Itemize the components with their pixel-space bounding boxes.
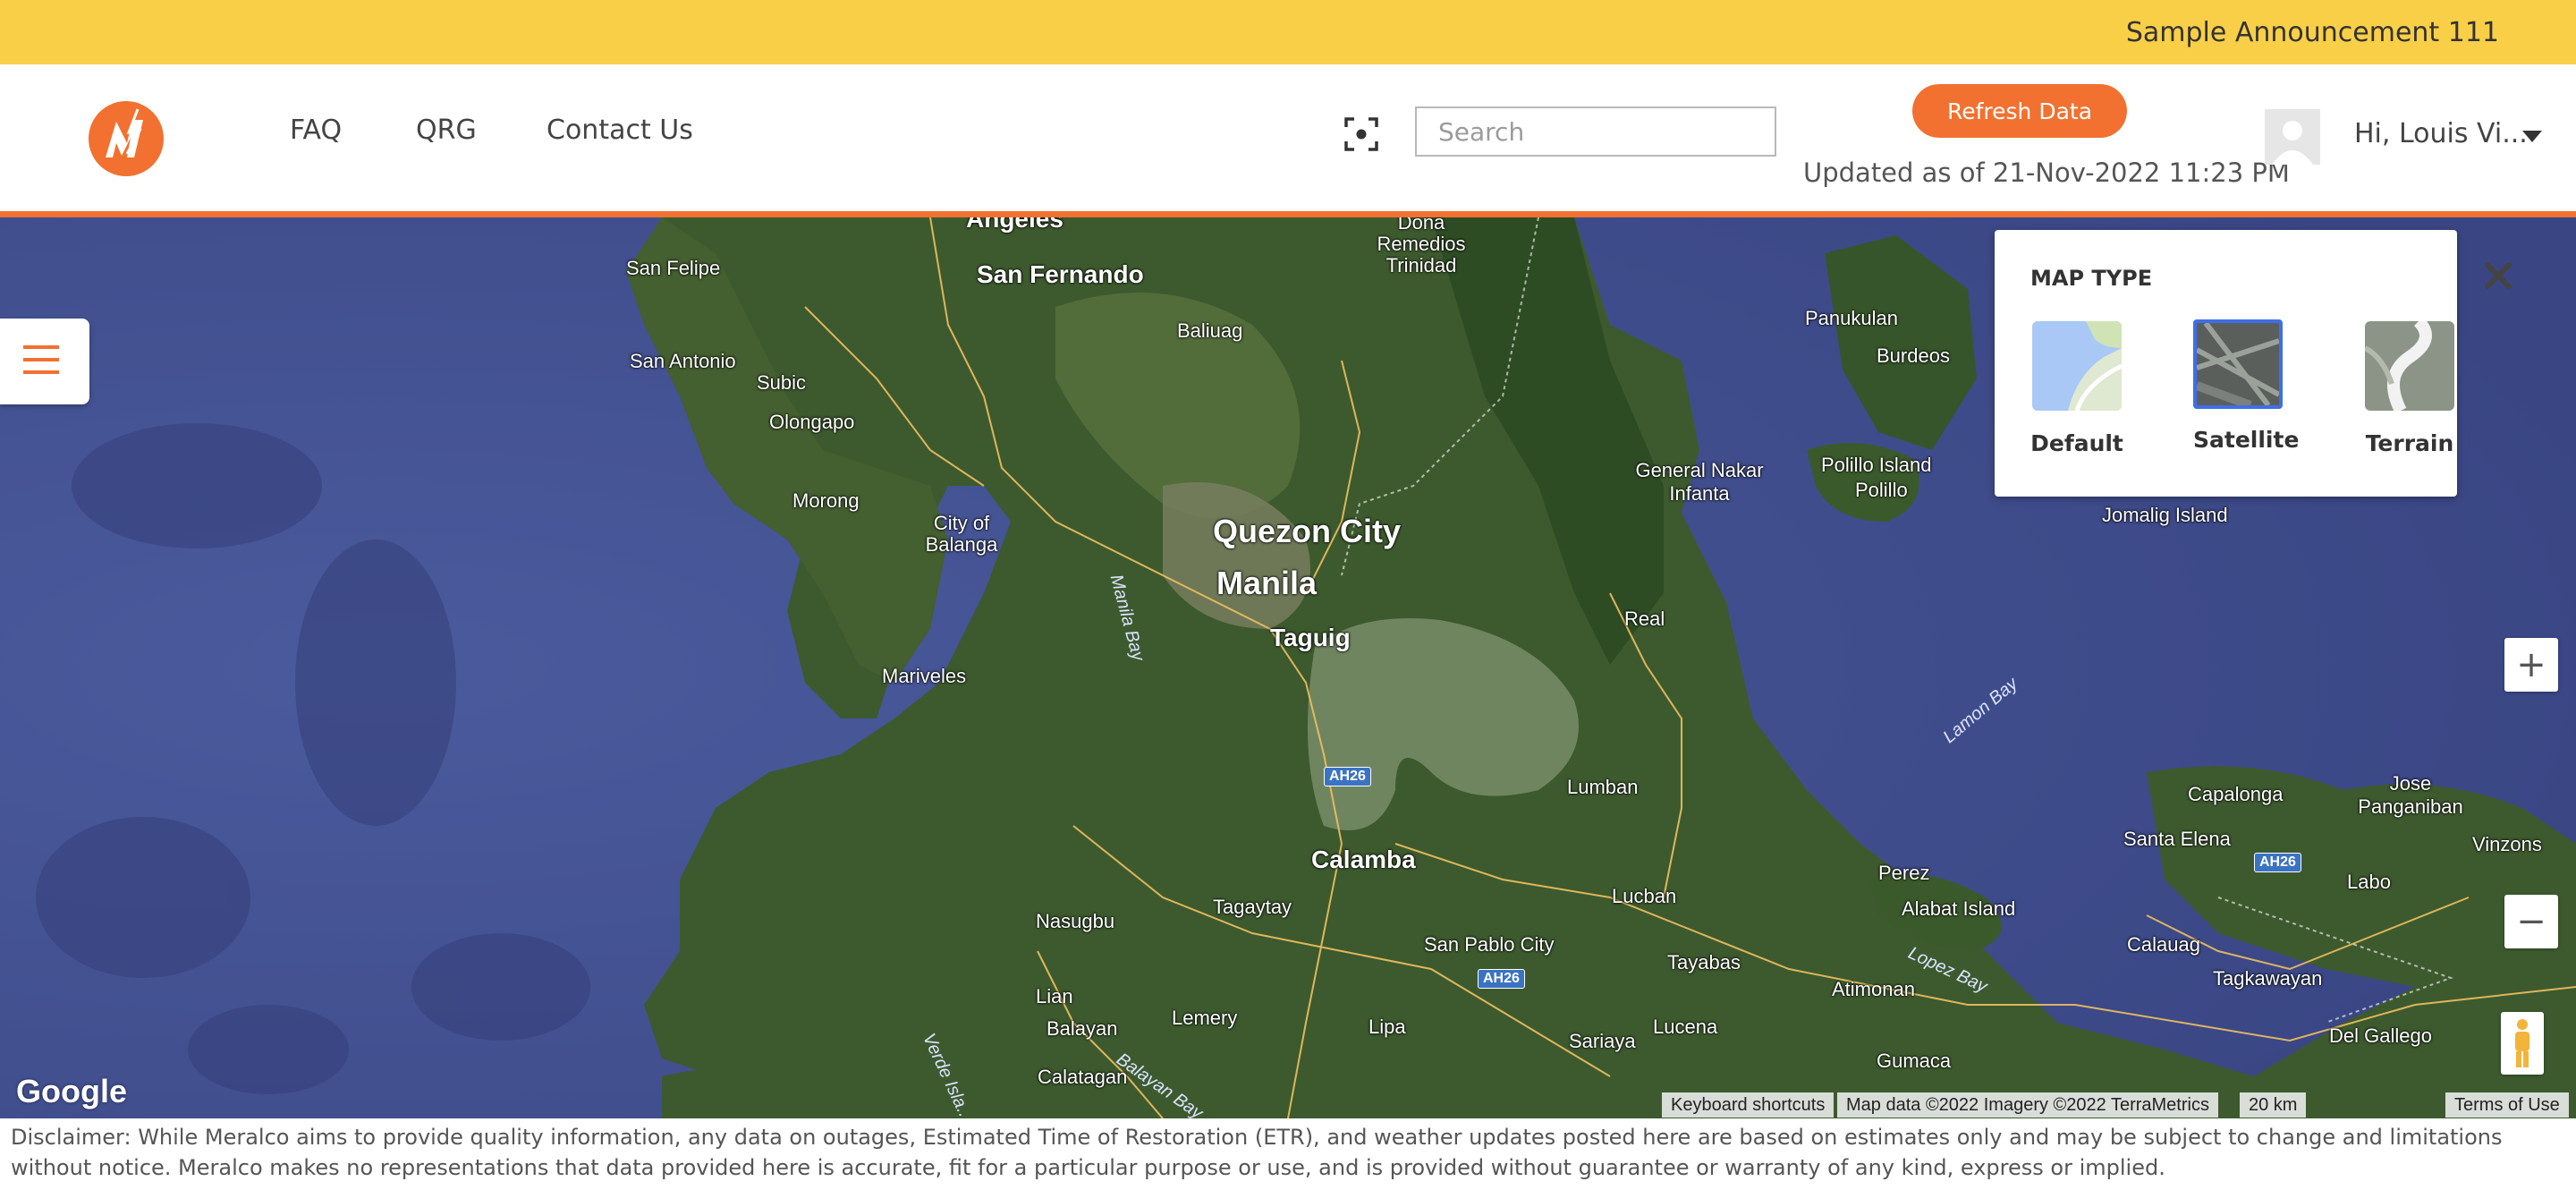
map-label: Nasugbu <box>1036 910 1115 932</box>
hamburger-icon-line <box>23 358 59 361</box>
map-label: Lemery <box>1172 1007 1238 1029</box>
map-label: Baliuag <box>1177 319 1243 342</box>
map-label: General Nakar Infanta <box>1635 459 1764 505</box>
zoom-out-button[interactable]: − <box>2504 895 2558 948</box>
map-label: Gumaca <box>1877 1050 1952 1072</box>
map-label: Atimonan <box>1832 978 1915 1000</box>
map-type-label: Satellite <box>2193 427 2300 453</box>
map-label: Angeles <box>966 217 1063 233</box>
map-label: Tagaytay <box>1213 896 1292 918</box>
map-type-title: MAP TYPE <box>2030 266 2153 291</box>
hamburger-icon-line <box>23 370 59 374</box>
map-label: Jomalig Island <box>2102 504 2228 526</box>
hamburger-icon <box>23 345 59 349</box>
map-label: Burdeos <box>1877 344 1950 367</box>
map-label: Morong <box>792 489 860 512</box>
disclaimer: Disclaimer: While Meralco aims to provid… <box>11 1125 2503 1180</box>
chevron-down-icon[interactable] <box>2522 131 2542 142</box>
terrain-map-icon <box>2365 321 2454 411</box>
map-label: Perez <box>1878 862 1930 884</box>
map-label: Santa Elena <box>2123 828 2231 850</box>
pegman-icon <box>2515 1019 2529 1067</box>
zoom-in-button[interactable]: + <box>2504 638 2558 692</box>
nav-contact-us[interactable]: Contact Us <box>547 115 693 146</box>
keyboard-shortcuts-link[interactable]: Keyboard shortcuts <box>1662 1092 1835 1118</box>
map-label: City of Balanga <box>925 512 998 556</box>
scale-bar[interactable]: 20 km <box>2240 1092 2307 1118</box>
map-label: Polillo <box>1855 479 1908 501</box>
map-label: Jose Panganiban <box>2358 772 2463 818</box>
map-label: Lumban <box>1567 776 1639 798</box>
header: FAQ QRG Contact Us Refresh Data Updated … <box>0 64 2576 217</box>
map-label: Alabat Island <box>1902 897 2016 920</box>
map-label: Mariveles <box>882 665 967 687</box>
avatar[interactable] <box>2265 109 2320 165</box>
updated-timestamp: Updated as of 21-Nov-2022 11:23 PM <box>1803 157 2290 188</box>
map-label: Del Gallego <box>2329 1024 2432 1047</box>
locate-icon[interactable] <box>1343 116 1379 152</box>
map-label: Olongapo <box>769 411 855 433</box>
map-label: Calamba <box>1311 846 1416 873</box>
meralco-logo[interactable] <box>88 100 165 177</box>
map-label: San Antonio <box>630 350 736 372</box>
satellite-map-icon <box>2197 323 2279 405</box>
route-shield: AH26 <box>2254 853 2301 872</box>
map-type-label: Terrain <box>2365 430 2454 456</box>
map-label: Calauag <box>2127 933 2200 956</box>
map-type-terrain[interactable]: Terrain <box>2363 319 2456 456</box>
map-label: Lipa <box>1368 1016 1406 1038</box>
map-label: Capalonga <box>2188 783 2284 805</box>
search-input[interactable] <box>1415 106 1776 157</box>
map-label: Polillo Island <box>1821 454 1932 476</box>
map-label: Panukulan <box>1805 307 1898 329</box>
map-label: San Pablo City <box>1424 933 1555 956</box>
nav-faq[interactable]: FAQ <box>290 115 342 146</box>
street-view-pegman[interactable] <box>2501 1012 2544 1075</box>
user-greeting[interactable]: Hi, Louis Vi... <box>2354 118 2528 149</box>
map-label: Lucban <box>1612 885 1677 907</box>
google-logo: Google <box>16 1073 127 1109</box>
terms-of-use-link[interactable]: Terms of Use <box>2445 1092 2569 1118</box>
route-shield: AH26 <box>1324 767 1371 786</box>
map-label: Calatagan <box>1038 1066 1128 1088</box>
map-label: Tayabas <box>1667 951 1741 973</box>
menu-button[interactable] <box>0 319 89 404</box>
map-label: Taguig <box>1270 624 1351 651</box>
map-label: Subic <box>757 371 807 394</box>
map-label: Lucena <box>1653 1016 1718 1038</box>
map-label: San Felipe <box>626 257 721 279</box>
map-label: Balayan <box>1046 1017 1118 1040</box>
close-icon[interactable] <box>2483 260 2513 291</box>
default-map-icon <box>2032 321 2122 411</box>
map-label: Dona Remedios Trinidad <box>1377 217 1466 276</box>
map-label: Sariaya <box>1569 1030 1636 1052</box>
map-type-panel: MAP TYPE Default Satellite Terrain <box>1995 230 2512 497</box>
map-label: San Fernando <box>977 260 1144 288</box>
map-label: Vinzons <box>2472 833 2542 855</box>
nav-qrg[interactable]: QRG <box>416 115 477 146</box>
refresh-data-button[interactable]: Refresh Data <box>1912 84 2127 138</box>
map-label: Tagkawayan <box>2213 967 2323 990</box>
map-type-label: Default <box>2030 430 2123 456</box>
map-label: Quezon City <box>1213 513 1402 549</box>
map-data-attribution: Map data ©2022 Imagery ©2022 TerraMetric… <box>1837 1092 2218 1118</box>
map-label: Manila <box>1216 565 1318 601</box>
announcement-bar: Sample Announcement 111 <box>0 0 2576 64</box>
map-label: Real <box>1624 608 1665 630</box>
map-label: Labo <box>2347 871 2391 893</box>
map-type-satellite[interactable]: Satellite <box>2193 319 2300 453</box>
route-shield: AH26 <box>1478 969 1525 989</box>
announcement-text: Sample Announcement 111 <box>2125 16 2499 48</box>
map-label: Lian <box>1036 985 1073 1007</box>
map-type-default[interactable]: Default <box>2030 319 2123 456</box>
